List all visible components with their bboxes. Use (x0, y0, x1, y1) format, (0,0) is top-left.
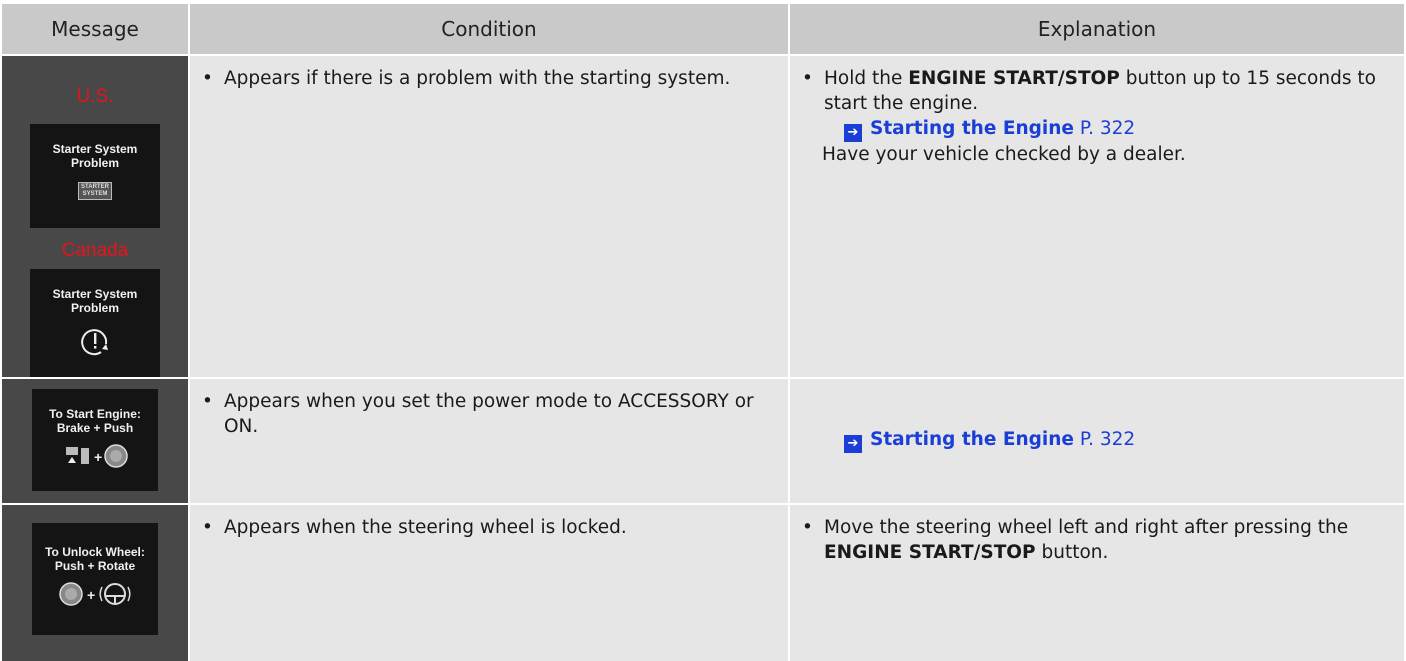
svg-text:+: + (94, 449, 102, 465)
row3-explanation-cell: • Move the steering wheel left and right… (790, 505, 1404, 661)
condition-text: Appears when the steering wheel is locke… (224, 517, 627, 538)
display-text-line2: Push + Rotate (54, 559, 136, 573)
svg-text:+: + (87, 587, 95, 603)
display-text-line1: To Unlock Wheel: (45, 545, 145, 559)
header-condition: Condition (190, 4, 788, 54)
starting-engine-link[interactable]: ➔ Starting the Engine P. 322 (844, 118, 1135, 142)
row1-condition-cell: • Appears if there is a problem with the … (190, 56, 788, 377)
warning-circle-icon (30, 325, 160, 360)
starter-system-icon: STARTER SYSTEM (30, 182, 160, 200)
arrow-right-icon: ➔ (844, 435, 862, 453)
display-text-line1: Starter System (52, 142, 138, 156)
display-text-line1: To Start Engine: (49, 407, 141, 421)
region-label-us: U.S. (76, 86, 114, 107)
arrow-right-icon: ➔ (844, 124, 862, 142)
row3-condition-cell: • Appears when the steering wheel is lock… (190, 505, 788, 661)
row2-explanation-cell: ➔ Starting the Engine P. 322 (790, 379, 1404, 503)
condition-text: Appears when you set the power mode to A… (224, 391, 754, 437)
unlock-wheel-display: To Unlock Wheel: Push + Rotate + (32, 523, 158, 635)
condition-text: Appears if there is a problem with the s… (224, 68, 731, 89)
display-text-line2: Brake + Push (56, 421, 134, 435)
row2-condition-cell: • Appears when you set the power mode to … (190, 379, 788, 503)
region-label-canada: Canada (61, 240, 129, 261)
start-engine-display: To Start Engine: Brake + Push + (32, 389, 158, 491)
header-explanation: Explanation (790, 4, 1404, 54)
explanation-text: Hold the ENGINE START/STOP button up to … (824, 68, 1376, 114)
row1-explanation-cell: • Hold the ENGINE START/STOP button up t… (790, 56, 1404, 377)
explanation-extra: Have your vehicle checked by a dealer. (822, 144, 1186, 165)
display-text-line2: Problem (70, 301, 119, 315)
push-rotate-icon: + (32, 579, 158, 612)
row1-message-cell: U.S. Starter System Problem STARTER SYSTE… (2, 56, 188, 377)
display-text-line2: Problem (70, 156, 119, 170)
row3-message-cell: To Unlock Wheel: Push + Rotate + (2, 505, 188, 661)
row2-message-cell: To Start Engine: Brake + Push + (2, 379, 188, 503)
brake-push-icon: + (32, 443, 158, 472)
starter-system-display-canada: Starter System Problem (30, 269, 160, 377)
header-message: Message (2, 4, 188, 54)
starting-engine-link[interactable]: ➔ Starting the Engine P. 322 (844, 429, 1135, 453)
display-text-line1: Starter System (52, 287, 138, 301)
starter-system-display-us: Starter System Problem STARTER SYSTEM (30, 124, 160, 228)
explanation-text: Move the steering wheel left and right a… (824, 517, 1349, 563)
